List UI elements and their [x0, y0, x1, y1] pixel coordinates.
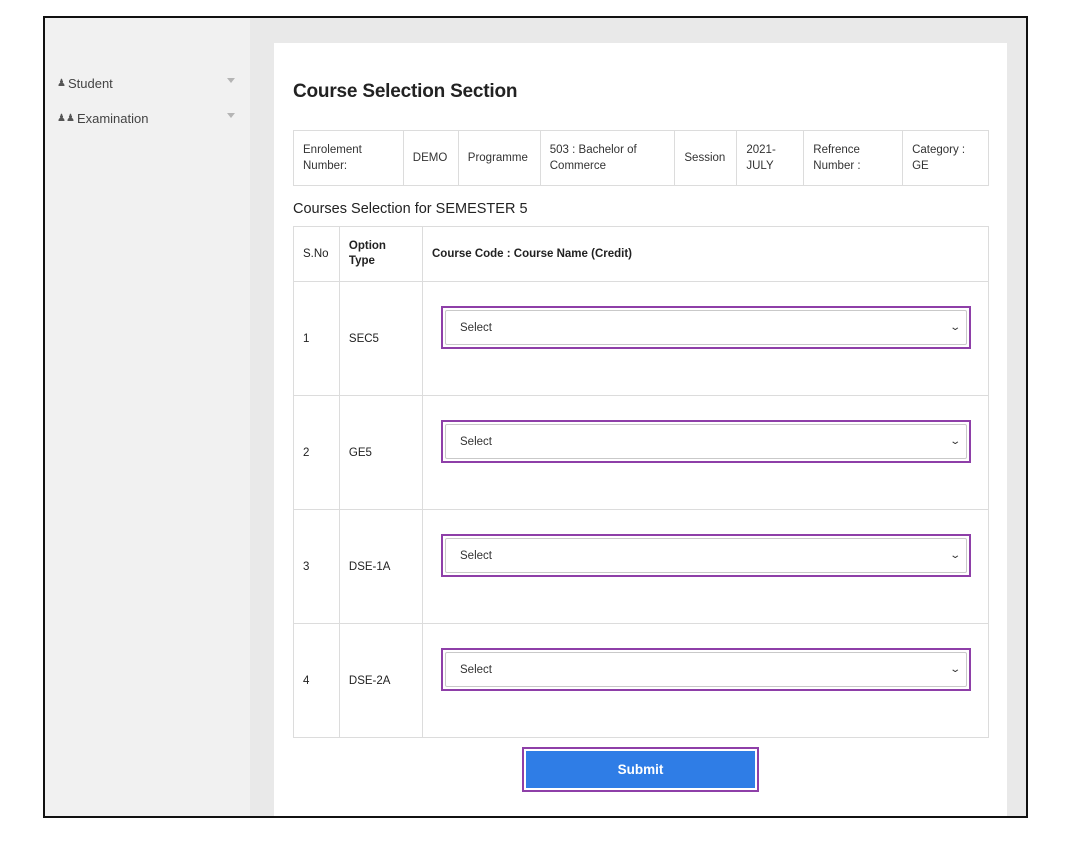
select-value: Select: [445, 538, 967, 573]
submit-button[interactable]: Submit: [526, 751, 755, 788]
semester-heading: Courses Selection for SEMESTER 5: [293, 201, 528, 217]
select-value: Select: [445, 310, 967, 345]
chevron-down-icon: ⌄: [948, 322, 961, 333]
row-option-type: DSE-1A: [338, 509, 424, 624]
table-row: 4 DSE-2A Select ⌄: [293, 623, 989, 738]
row-option-type: DSE-2A: [338, 623, 424, 738]
reference-label: Refrence Number :: [803, 130, 904, 186]
course-select-ge5[interactable]: Select ⌄: [441, 420, 971, 463]
session-value: 2021-JULY: [736, 130, 805, 186]
sidebar-item-label: Student: [67, 75, 113, 91]
course-select-sec5[interactable]: Select ⌄: [441, 306, 971, 349]
row-sno: 1: [293, 281, 340, 396]
submit-button-frame[interactable]: Submit: [522, 747, 759, 792]
chevron-down-icon: ⌄: [948, 550, 961, 561]
programme-label: Programme: [457, 130, 541, 186]
table-header-row: S.No Option Type Course Code : Course Na…: [293, 226, 989, 282]
person-icon: ♟: [57, 77, 66, 89]
option-type-header: Option Type: [338, 226, 424, 282]
course-select-dse-2a[interactable]: Select ⌄: [441, 648, 971, 691]
row-sno: 4: [293, 623, 340, 738]
app-window: ♟ Student ♟♟ Examination Course Selectio…: [43, 16, 1028, 818]
student-info-table: Enrolement Number: DEMO Programme 503 : …: [293, 130, 989, 186]
chevron-down-icon: ⌄: [948, 436, 961, 447]
category-label: Category : GE: [902, 130, 989, 186]
table-row: 3 DSE-1A Select ⌄: [293, 509, 989, 624]
select-value: Select: [445, 424, 967, 459]
course-header: Course Code : Course Name (Credit): [422, 226, 989, 282]
caret-down-icon: [227, 113, 235, 118]
sidebar-item-student[interactable]: ♟ Student: [57, 72, 235, 94]
course-selection-card: Course Selection Section Enrolement Numb…: [274, 43, 1007, 816]
programme-value: 503 : Bachelor of Commerce: [539, 130, 676, 186]
sidebar: ♟ Student ♟♟ Examination: [45, 18, 250, 816]
row-sno: 2: [293, 395, 340, 510]
people-icon: ♟♟: [57, 112, 75, 124]
sno-header: S.No: [293, 226, 340, 282]
table-row: 2 GE5 Select ⌄: [293, 395, 989, 510]
course-select-dse-1a[interactable]: Select ⌄: [441, 534, 971, 577]
sidebar-item-examination[interactable]: ♟♟ Examination: [57, 107, 235, 129]
sidebar-item-label: Examination: [76, 110, 149, 126]
caret-down-icon: [227, 78, 235, 83]
row-option-type: GE5: [338, 395, 424, 510]
row-sno: 3: [293, 509, 340, 624]
enrolment-label: Enrolement Number:: [293, 130, 404, 186]
session-label: Session: [674, 130, 738, 186]
page-title: Course Selection Section: [293, 81, 518, 102]
row-option-type: SEC5: [338, 281, 424, 396]
select-value: Select: [445, 652, 967, 687]
enrolment-value: DEMO: [402, 130, 459, 186]
chevron-down-icon: ⌄: [948, 664, 961, 675]
table-row: 1 SEC5 Select ⌄: [293, 281, 989, 396]
courses-table: S.No Option Type Course Code : Course Na…: [293, 226, 989, 738]
